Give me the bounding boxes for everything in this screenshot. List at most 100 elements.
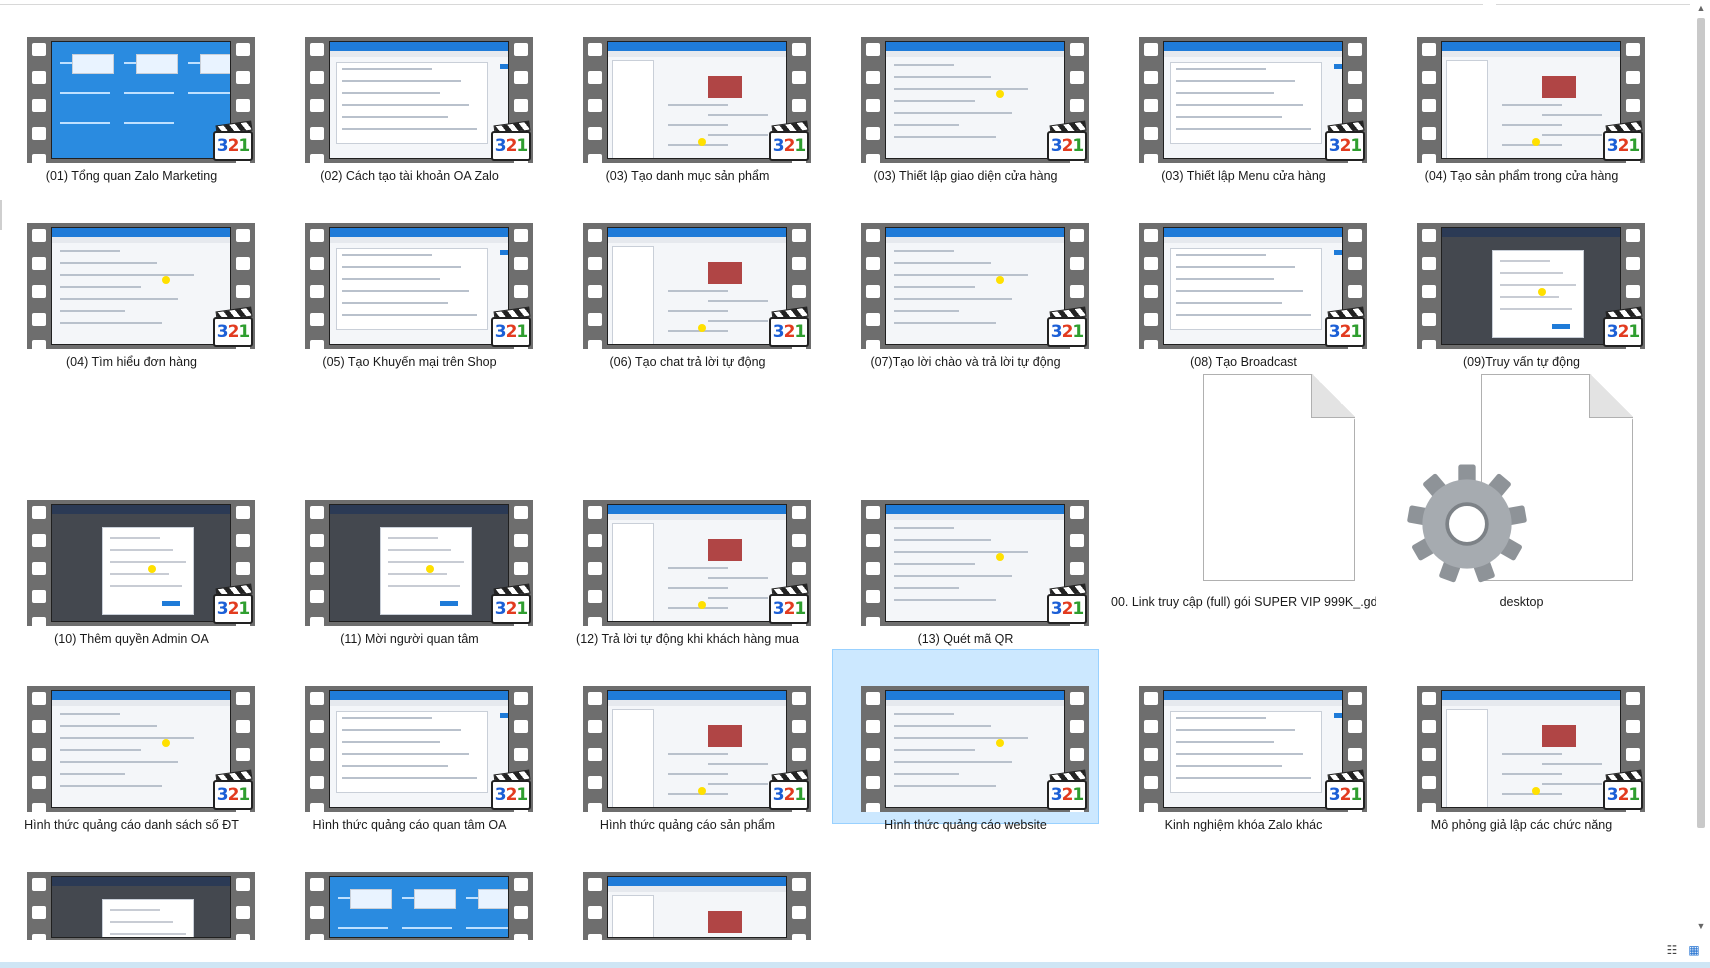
- file-name-label: (03) Thiết lập Menu cửa hàng: [1161, 169, 1326, 183]
- file-item[interactable]: 321 Kinh nghiệm khóa Zalo khác: [1110, 649, 1377, 832]
- large-icons-view-icon[interactable]: ▦: [1686, 943, 1702, 957]
- file-item[interactable]: 321 (08) Tạo Broadcast: [1110, 186, 1377, 369]
- badge-digit: 2: [783, 785, 796, 805]
- media-player-badge-icon: 321: [213, 769, 253, 812]
- file-item[interactable]: 321 Hình thức quảng cáo website: [832, 649, 1099, 832]
- file-name-label: (04) Tạo sản phẩm trong cửa hàng: [1424, 169, 1619, 183]
- badge-digit: 3: [772, 136, 785, 156]
- video-preview: [607, 876, 787, 938]
- file-name-label: (08) Tạo Broadcast: [1190, 355, 1297, 369]
- badge-digit: 1: [516, 785, 528, 805]
- media-player-badge-icon: 321: [1603, 306, 1643, 349]
- video-preview: [51, 690, 231, 808]
- file-item[interactable]: desktop: [1388, 373, 1655, 621]
- file-item[interactable]: 321 (02) Cách tạo tài khoản OA Zalo: [276, 0, 543, 183]
- video-preview: [329, 227, 509, 345]
- badge-digit: 3: [1606, 136, 1619, 156]
- file-item[interactable]: 321 (09)Truy vấn tự động: [1388, 186, 1655, 369]
- file-item[interactable]: 321 Hình thức quảng cáo sản phẩm: [554, 649, 821, 832]
- file-item[interactable]: 321 Hình thức quảng cáo danh sách số ĐT: [0, 649, 265, 832]
- video-preview: [885, 504, 1065, 622]
- badge-digit: 3: [1606, 322, 1619, 342]
- video-preview: [1163, 227, 1343, 345]
- file-grid: 321 (01) Tổng quan Zalo Marketing 321 (02) …: [0, 0, 1690, 962]
- file-item[interactable]: 321 Mô phỏng giả lập các chức năng: [1388, 649, 1655, 832]
- badge-digit: 1: [1072, 785, 1084, 805]
- video-preview: [1163, 41, 1343, 159]
- file-name-label: Hình thức quảng cáo website: [884, 818, 1047, 832]
- file-item[interactable]: 321 (03) Thiết lập giao diện cửa hàng: [832, 0, 1099, 183]
- badge-digit: 3: [1328, 136, 1341, 156]
- badge-digit: 3: [772, 599, 785, 619]
- badge-digit: 3: [494, 599, 507, 619]
- badge-digit: 1: [1628, 322, 1640, 342]
- badge-digit: 1: [794, 785, 806, 805]
- badge-digit: 2: [227, 785, 240, 805]
- media-player-badge-icon: 321: [213, 306, 253, 349]
- file-name-label: (13) Quét mã QR: [917, 632, 1014, 646]
- badge-digit: 3: [1050, 322, 1063, 342]
- file-item[interactable]: 321 (01) Tổng quan Zalo Marketing: [0, 0, 265, 183]
- badge-digit: 2: [783, 599, 796, 619]
- badge-digit: 2: [1617, 136, 1630, 156]
- badge-digit: 3: [216, 599, 229, 619]
- file-item[interactable]: 321 (12) Trả lời tự động khi khách hàng m…: [554, 463, 821, 646]
- file-item[interactable]: 00. Link truy cập (full) gói SUPER VIP 9…: [1110, 373, 1377, 621]
- badge-digit: 1: [1350, 785, 1362, 805]
- badge-digit: 3: [216, 785, 229, 805]
- file-name-label: (12) Trả lời tự động khi khách hàng mua: [576, 632, 799, 646]
- media-player-badge-icon: 321: [491, 583, 531, 626]
- scroll-up-icon[interactable]: ▲: [1692, 0, 1710, 16]
- scrollbar-thumb[interactable]: [1697, 18, 1705, 828]
- file-name-label: 00. Link truy cập (full) gói SUPER VIP 9…: [1111, 595, 1376, 609]
- media-player-badge-icon: 321: [1325, 306, 1365, 349]
- badge-digit: 2: [1061, 599, 1074, 619]
- media-player-badge-icon: 321: [1603, 120, 1643, 163]
- media-player-badge-icon: 321: [213, 120, 253, 163]
- badge-digit: 1: [1072, 599, 1084, 619]
- badge-digit: 2: [505, 322, 518, 342]
- file-item[interactable]: 321 (13) Quét mã QR: [832, 463, 1099, 646]
- badge-digit: 1: [516, 599, 528, 619]
- file-name-label: Kinh nghiệm khóa Zalo khác: [1164, 818, 1323, 832]
- file-item[interactable]: 321 (07)Tạo lời chào và trả lời tự động: [832, 186, 1099, 369]
- file-item[interactable]: 321 (04) Tìm hiểu đơn hàng: [0, 186, 265, 369]
- video-preview: [1163, 690, 1343, 808]
- video-preview: [1441, 41, 1621, 159]
- file-item[interactable]: 321 (10) Thêm quyền Admin OA: [0, 463, 265, 646]
- file-name-label: (01) Tổng quan Zalo Marketing: [45, 169, 218, 183]
- badge-digit: 3: [1050, 785, 1063, 805]
- video-preview: [329, 876, 509, 938]
- video-preview: [885, 690, 1065, 808]
- media-player-badge-icon: 321: [1047, 583, 1087, 626]
- badge-digit: 1: [1072, 322, 1084, 342]
- badge-digit: 3: [772, 785, 785, 805]
- file-item[interactable]: 321 Hình thức quảng cáo quan tâm OA: [276, 649, 543, 832]
- badge-digit: 3: [1328, 785, 1341, 805]
- media-player-badge-icon: 321: [1603, 769, 1643, 812]
- file-item[interactable]: 321 (11) Mời người quan tâm: [276, 463, 543, 646]
- badge-digit: 2: [1061, 785, 1074, 805]
- vertical-scrollbar[interactable]: ▲ ▼: [1692, 0, 1710, 952]
- page-fold: [1311, 374, 1355, 418]
- file-item[interactable]: 321 (05) Tạo Khuyến mại trên Shop: [276, 186, 543, 369]
- file-item[interactable]: 321 (03) Tạo danh mục sản phẩm: [554, 0, 821, 183]
- file-name-label: (04) Tìm hiểu đơn hàng: [66, 355, 197, 369]
- scroll-down-icon[interactable]: ▼: [1692, 918, 1710, 934]
- file-name-label: Mô phỏng giả lập các chức năng: [1430, 818, 1613, 832]
- badge-digit: 1: [238, 322, 250, 342]
- status-bar: ☷ ▦: [0, 940, 1710, 962]
- badge-digit: 1: [794, 322, 806, 342]
- badge-digit: 1: [516, 136, 528, 156]
- file-item[interactable]: 321 (03) Thiết lập Menu cửa hàng: [1110, 0, 1377, 183]
- file-item[interactable]: 321 (06) Tạo chat trả lời tự động: [554, 186, 821, 369]
- badge-digit: 2: [1339, 136, 1352, 156]
- media-player-badge-icon: 321: [769, 769, 809, 812]
- badge-digit: 1: [1628, 136, 1640, 156]
- badge-digit: 2: [227, 599, 240, 619]
- file-item[interactable]: 321 (04) Tạo sản phẩm trong cửa hàng: [1388, 0, 1655, 183]
- badge-digit: 2: [227, 136, 240, 156]
- details-view-icon[interactable]: ☷: [1664, 943, 1680, 957]
- badge-digit: 1: [794, 136, 806, 156]
- video-preview: [607, 690, 787, 808]
